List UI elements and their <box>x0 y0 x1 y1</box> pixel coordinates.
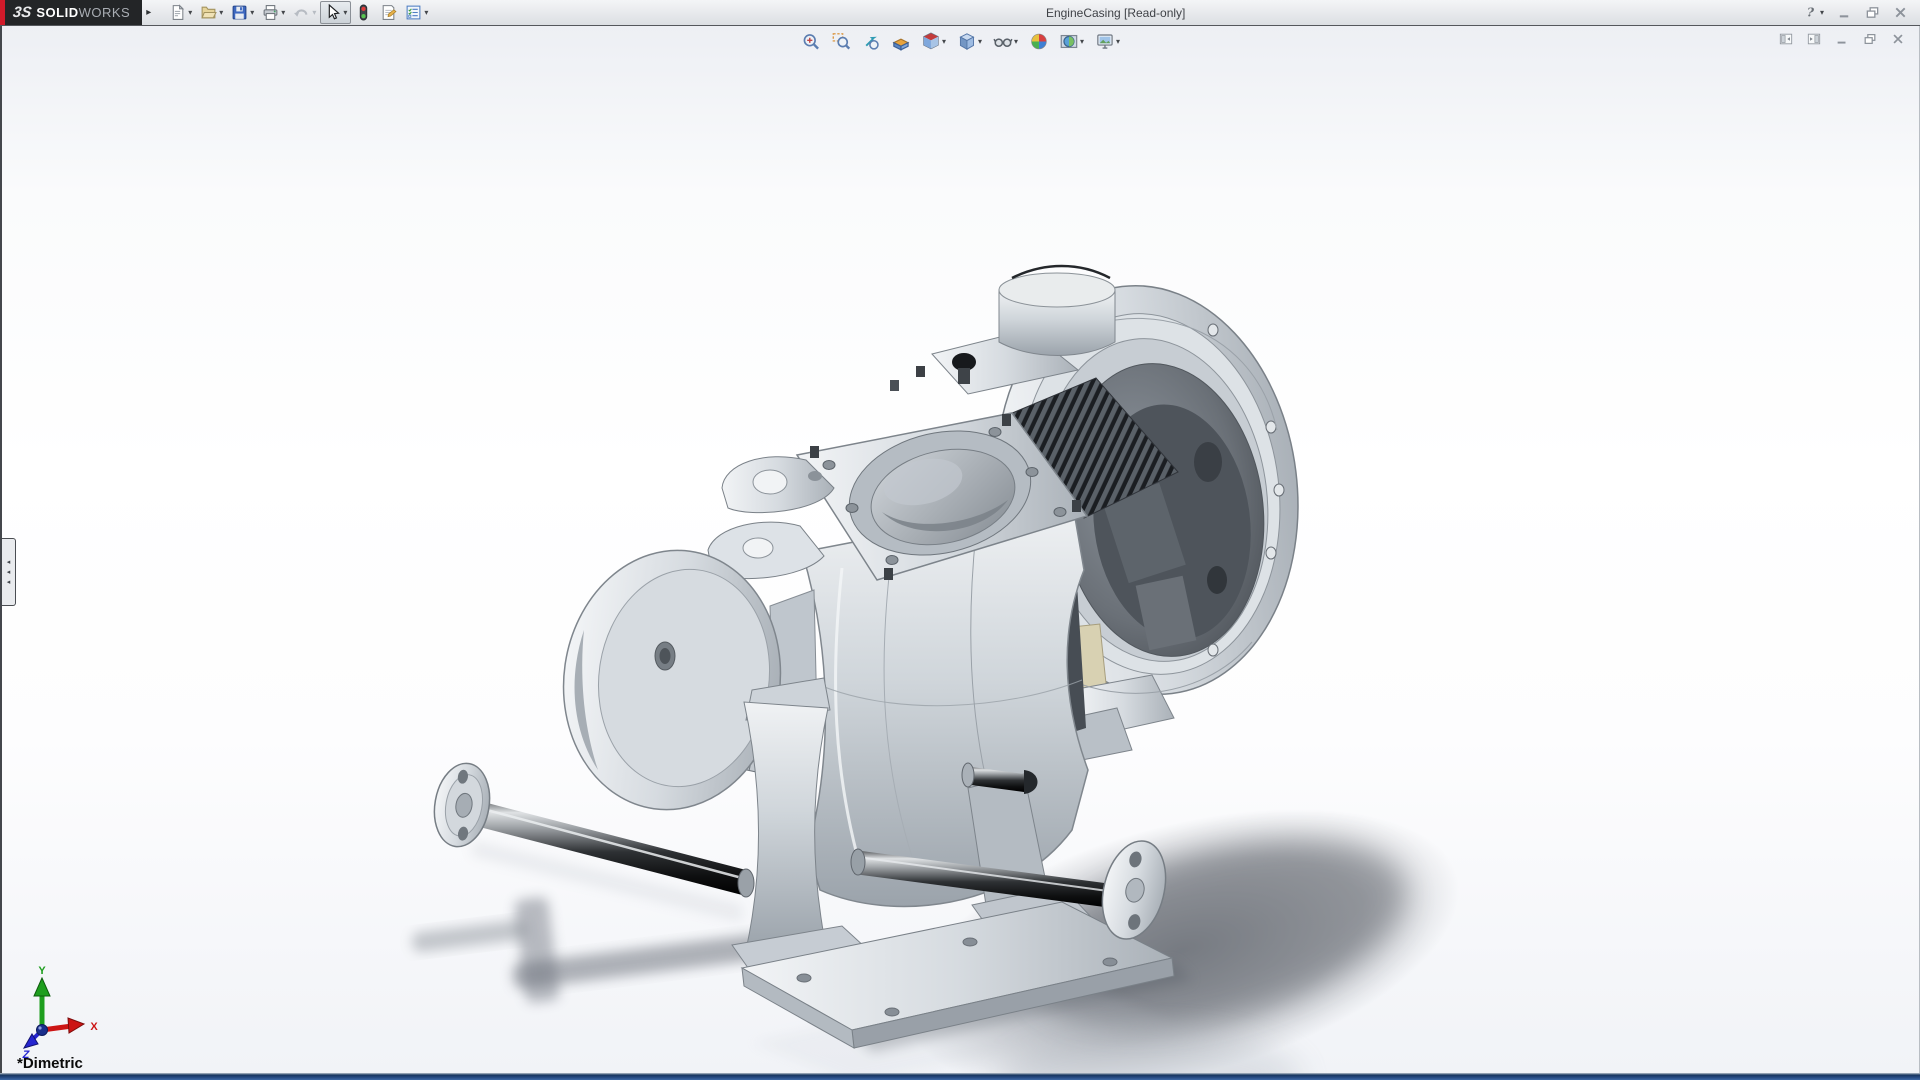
file-properties-button[interactable] <box>376 1 401 24</box>
undo-icon <box>293 4 310 21</box>
panel-arrow: ◂ <box>7 579 11 586</box>
display-style-icon <box>957 32 976 51</box>
select-button[interactable]: ▾ <box>320 1 351 24</box>
display-style-dropdown[interactable]: ▾ <box>978 37 982 47</box>
view-settings-button[interactable]: ▾ <box>1093 30 1122 53</box>
hide-show-icon <box>993 32 1012 51</box>
open-document-icon <box>200 4 217 21</box>
doc-minimize-button[interactable] <box>1831 29 1853 49</box>
traffic-light-icon <box>355 4 372 21</box>
view-orientation-label: *Dimetric <box>17 1055 83 1072</box>
print-button[interactable]: ▾ <box>258 1 289 24</box>
zoom-to-fit-button[interactable] <box>799 30 822 53</box>
section-view-button[interactable] <box>889 30 912 53</box>
zoom-area-icon <box>831 32 850 51</box>
display-style-button[interactable]: ▾ <box>955 30 984 53</box>
help-button[interactable]: ?▾ <box>1799 3 1828 22</box>
panel-arrow: ◂ <box>7 569 11 576</box>
engine-casing-model[interactable] <box>372 250 1472 1073</box>
undo-button: ▾ <box>289 1 320 24</box>
win-min-icon <box>1837 5 1852 20</box>
view-orientation-dropdown[interactable]: ▾ <box>942 37 946 47</box>
close-button[interactable] <box>1889 3 1912 22</box>
document-title: EngineCasing [Read-only] <box>432 6 1799 20</box>
brand-name-bold: SOLID <box>36 5 78 20</box>
select-dropdown[interactable]: ▾ <box>343 8 347 18</box>
collapsed-feature-panel-tab[interactable]: ◂ ◂ ◂ <box>2 538 16 606</box>
open-document-dropdown[interactable]: ▾ <box>219 8 223 18</box>
triad-x-label: X <box>90 1021 98 1033</box>
win-close-icon <box>1893 5 1908 20</box>
apply-scene-dropdown[interactable]: ▾ <box>1080 37 1084 47</box>
help-dropdown[interactable]: ▾ <box>1820 8 1824 18</box>
pane-right-icon <box>1807 32 1821 46</box>
apply-scene-icon <box>1059 32 1078 51</box>
previous-view-button[interactable] <box>859 30 882 53</box>
apply-scene-button[interactable]: ▾ <box>1057 30 1086 53</box>
edit-appearance-icon <box>1029 32 1048 51</box>
select-icon <box>324 4 341 21</box>
solidworks-logo: 3S SOLID WORKS <box>0 0 142 25</box>
options-button[interactable]: ▾ <box>401 1 432 24</box>
pane-left-icon <box>1779 32 1793 46</box>
restore-button[interactable] <box>1861 3 1884 22</box>
view-orientation-button[interactable]: ▾ <box>919 30 948 53</box>
save-button[interactable]: ▾ <box>227 1 258 24</box>
view-settings-dropdown[interactable]: ▾ <box>1116 37 1120 47</box>
view-settings-icon <box>1095 32 1114 51</box>
section-view-icon <box>891 32 910 51</box>
win-min-icon <box>1835 32 1849 46</box>
document-window-controls <box>1775 29 1909 49</box>
minimize-button[interactable] <box>1833 3 1856 22</box>
svg-text:?: ? <box>1807 6 1815 20</box>
solidworks-window: 3S SOLID WORKS ▸ ▾ ▾ ▾ ▾ ▾ ▾ ▾ EngineCasing [R… <box>0 0 1920 1080</box>
triad-y-label: Y <box>38 965 46 977</box>
win-restore-icon <box>1863 32 1877 46</box>
doc-restore-button[interactable] <box>1859 29 1881 49</box>
new-document-icon <box>169 4 186 21</box>
print-icon <box>262 4 279 21</box>
panel-arrow: ◂ <box>7 559 11 566</box>
show-feature-pane-button[interactable] <box>1775 29 1797 49</box>
help-icon: ? <box>1803 5 1818 20</box>
previous-view-icon <box>861 32 880 51</box>
window-controls: ?▾ <box>1799 3 1920 22</box>
view-orientation-icon <box>921 32 940 51</box>
save-dropdown[interactable]: ▾ <box>250 8 254 18</box>
new-document-dropdown[interactable]: ▾ <box>188 8 192 18</box>
hide-show-items-button[interactable]: ▾ <box>991 30 1020 53</box>
undo-dropdown[interactable]: ▾ <box>312 8 316 18</box>
new-document-button[interactable]: ▾ <box>165 1 196 24</box>
main-toolbar: ▾ ▾ ▾ ▾ ▾ ▾ ▾ <box>165 1 432 24</box>
status-bar <box>0 1073 1920 1080</box>
win-close-icon <box>1891 32 1905 46</box>
title-bar: 3S SOLID WORKS ▸ ▾ ▾ ▾ ▾ ▾ ▾ ▾ EngineCasing [R… <box>0 0 1920 26</box>
options-dropdown[interactable]: ▾ <box>424 8 428 18</box>
rebuild-button[interactable] <box>351 1 376 24</box>
menu-expand-arrow[interactable]: ▸ <box>146 7 151 18</box>
open-document-button[interactable]: ▾ <box>196 1 227 24</box>
options-icon <box>405 4 422 21</box>
doc-close-button[interactable] <box>1887 29 1909 49</box>
save-icon <box>231 4 248 21</box>
brand-accent-stripe <box>0 0 5 25</box>
edit-appearance-button[interactable] <box>1027 30 1050 53</box>
headsup-view-toolbar: ▾ ▾ ▾ ▾ ▾ <box>799 30 1122 53</box>
print-dropdown[interactable]: ▾ <box>281 8 285 18</box>
engine-block <box>802 500 1088 906</box>
graphics-area[interactable]: ▾ ▾ ▾ ▾ ▾ ◂ ◂ ◂ Y X Z *Dimetric <box>0 26 1920 1073</box>
show-display-pane-button[interactable] <box>1803 29 1825 49</box>
brand-name-light: WORKS <box>79 5 131 20</box>
zoom-to-area-button[interactable] <box>829 30 852 53</box>
orientation-triad: Y X Z <box>16 964 106 1059</box>
file-properties-icon <box>380 4 397 21</box>
hide-show-items-dropdown[interactable]: ▾ <box>1014 37 1018 47</box>
win-restore-icon <box>1865 5 1880 20</box>
brand-glyph: 3S <box>12 4 33 21</box>
zoom-fit-icon <box>801 32 820 51</box>
